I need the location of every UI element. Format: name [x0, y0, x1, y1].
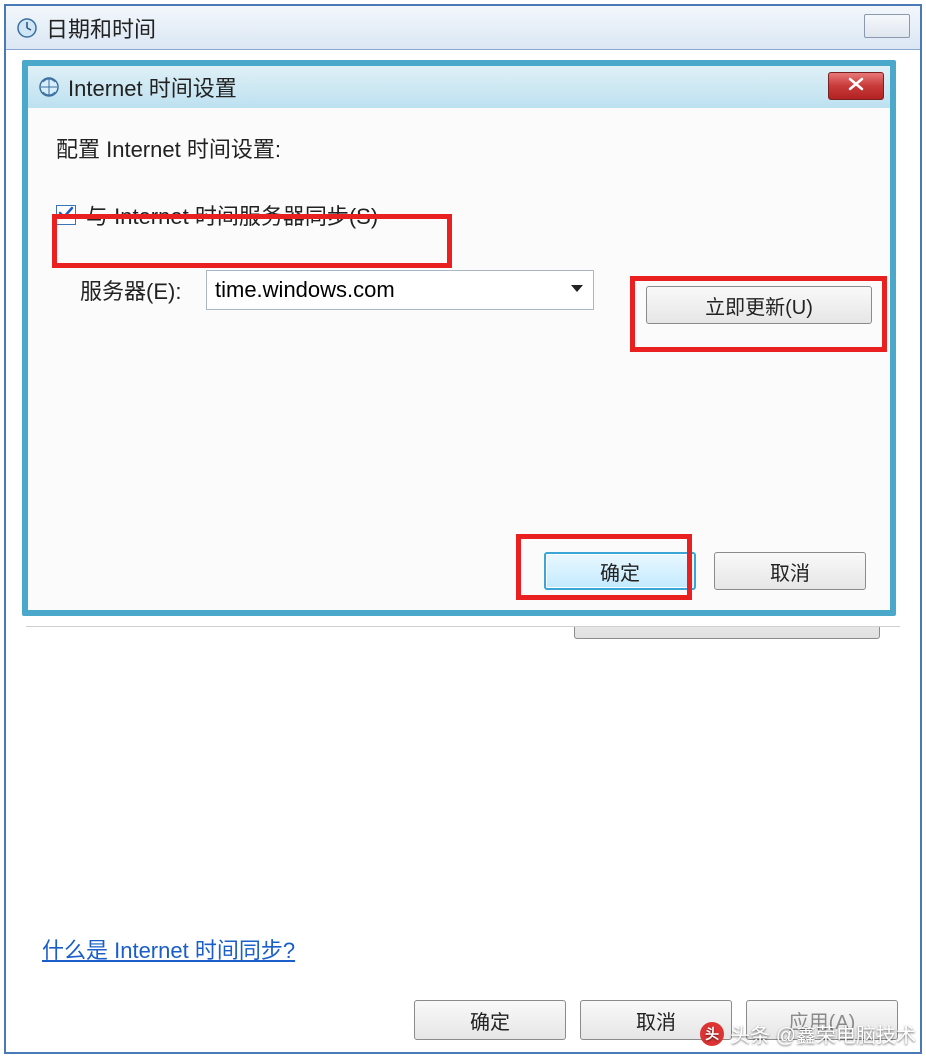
- dialog-close-button[interactable]: [828, 72, 884, 100]
- dialog-title: Internet 时间设置: [68, 71, 237, 103]
- parent-blank-area: [26, 653, 900, 933]
- configure-label: 配置 Internet 时间设置:: [56, 132, 862, 164]
- internet-time-settings-dialog: Internet 时间设置 配置 Internet 时间设置: 与 Intern…: [22, 60, 896, 616]
- dialog-cancel-button[interactable]: 取消: [714, 552, 866, 590]
- sync-checkbox-row: 与 Internet 时间服务器同步(S): [56, 188, 862, 242]
- watermark-logo-icon: 头: [700, 1022, 724, 1046]
- dialog-ok-button[interactable]: 确定: [544, 552, 696, 590]
- server-label: 服务器(E):: [80, 274, 206, 306]
- parent-close-button[interactable]: [864, 14, 910, 38]
- dialog-titlebar: Internet 时间设置: [28, 66, 890, 108]
- update-now-button[interactable]: 立即更新(U): [646, 286, 872, 324]
- sync-checkbox-label[interactable]: 与 Internet 时间服务器同步(S): [86, 199, 378, 231]
- watermark-text: 头条 @鑫荣电脑技术: [730, 1019, 916, 1048]
- help-link-internet-time-sync[interactable]: 什么是 Internet 时间同步?: [42, 933, 295, 965]
- dialog-footer: 确定 取消: [544, 552, 866, 590]
- parent-window-title: 日期和时间: [46, 12, 156, 44]
- dialog-body: 配置 Internet 时间设置: 与 Internet 时间服务器同步(S) …: [28, 108, 890, 610]
- partially-hidden-button: [574, 627, 880, 639]
- server-input[interactable]: [206, 270, 594, 310]
- checkmark-icon: [58, 205, 74, 226]
- parent-body-divider: [26, 626, 900, 627]
- parent-titlebar: 日期和时间: [6, 6, 920, 50]
- server-dropdown[interactable]: [206, 270, 594, 310]
- parent-ok-button[interactable]: 确定: [414, 1000, 566, 1040]
- close-icon: [847, 77, 865, 96]
- sync-checkbox[interactable]: [56, 205, 76, 225]
- watermark: 头 头条 @鑫荣电脑技术: [700, 1019, 916, 1048]
- clock-globe-icon: [38, 76, 60, 98]
- clock-icon: [16, 17, 38, 39]
